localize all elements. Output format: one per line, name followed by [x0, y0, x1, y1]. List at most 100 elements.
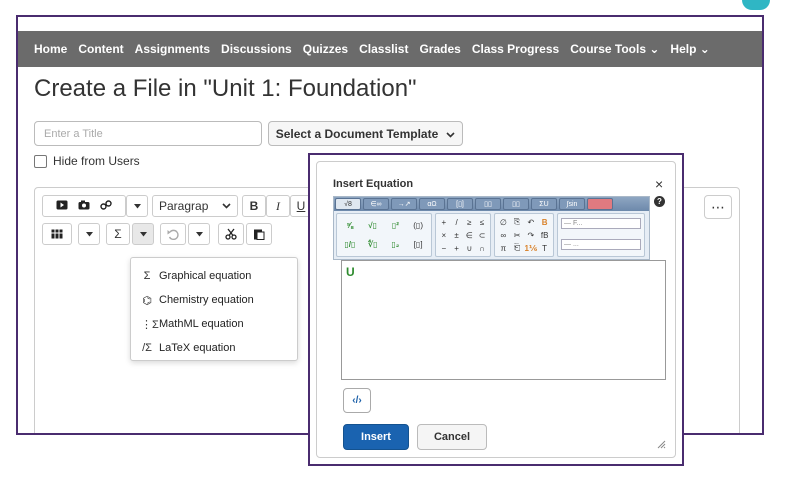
help-icon[interactable]: ? [654, 196, 665, 207]
union-icon[interactable]: ∪ [464, 242, 476, 254]
cut-button[interactable] [218, 223, 244, 245]
equation-toolbar: √8 ∈∞ →↗ αΩ [▯] ▯▯ ▯▯ ΣU ∫sin ⅝ √▯ ▯² (▯… [333, 196, 650, 260]
sigma-icon: Σ [143, 270, 151, 282]
nav-classlist[interactable]: Classlist [359, 42, 408, 56]
subscript-icon[interactable]: ▯₂ [385, 236, 407, 255]
resize-grip-icon[interactable] [657, 440, 666, 451]
undo-icon [167, 229, 179, 240]
nav-class-progress[interactable]: Class Progress [472, 42, 559, 56]
plus-small-icon[interactable]: + [451, 242, 463, 254]
equation-palette: ⅝ √▯ ▯² (▯) ▯/▯ ∜▯ ▯₂ [▯] + / ≥ ≤ × ± ∈ [336, 213, 647, 258]
table-dropdown-button[interactable] [78, 223, 100, 245]
nav-home[interactable]: Home [34, 42, 67, 56]
tab-greek[interactable]: αΩ [419, 198, 445, 210]
copy-icon[interactable]: ⎘ [511, 216, 524, 228]
insert-button[interactable]: Insert [343, 424, 409, 450]
tab-close-palette[interactable] [587, 198, 613, 210]
nav-grades[interactable]: Grades [419, 42, 460, 56]
close-icon[interactable]: × [655, 176, 663, 192]
divide-slash-icon[interactable]: / [451, 216, 463, 228]
table-button[interactable] [42, 223, 72, 245]
nav-help[interactable]: Help ⌄ [670, 42, 709, 56]
palette-group-font: — F... — ... [557, 213, 645, 257]
bevelled-fraction-icon[interactable]: ▯/▯ [339, 236, 361, 255]
tab-brackets[interactable]: ▯▯ [503, 198, 529, 210]
cut-icon[interactable]: ✂ [511, 229, 524, 241]
superscript-icon[interactable]: ▯² [385, 216, 407, 235]
tab-roots[interactable]: √8 [335, 198, 361, 210]
hide-from-users-label: Hide from Users [53, 154, 140, 168]
font-family-select[interactable]: — F... [561, 218, 641, 229]
nav-discussions[interactable]: Discussions [221, 42, 292, 56]
paste-icon[interactable]: ⎗ [511, 242, 524, 254]
text-mode-icon[interactable]: T [538, 242, 551, 254]
view-source-button[interactable]: ‹/› [343, 388, 371, 413]
chevron-down-icon [222, 203, 231, 209]
greater-equal-icon[interactable]: ≥ [464, 216, 476, 228]
nav-course-tools[interactable]: Course Tools ⌄ [570, 42, 659, 56]
equation-tab-row: √8 ∈∞ →↗ αΩ [▯] ▯▯ ▯▯ ΣU ∫sin [334, 197, 649, 211]
fraction-icon[interactable]: ⅝ [339, 216, 361, 235]
paragraph-format-select[interactable]: Paragrap [152, 195, 238, 217]
menu-item-chemistry-equation[interactable]: ⌬ Chemistry equation [131, 288, 297, 312]
plus-minus-icon[interactable]: ± [451, 229, 463, 241]
italic-format-icon[interactable]: fB [538, 229, 551, 241]
tab-scripts[interactable]: ▯▯ [475, 198, 501, 210]
nav-assignments[interactable]: Assignments [135, 42, 210, 56]
palette-group-templates: ⅝ √▯ ▯² (▯) ▯/▯ ∜▯ ▯₂ [▯] [336, 213, 432, 257]
caret-down-icon [139, 231, 147, 236]
redo-icon[interactable]: ↷ [525, 229, 538, 241]
times-icon[interactable]: × [438, 229, 450, 241]
pi-icon[interactable]: π [497, 242, 510, 254]
minus-icon[interactable]: − [438, 242, 450, 254]
font-size-select[interactable]: — ... [561, 239, 641, 250]
equation-editor-area[interactable]: U [341, 260, 666, 380]
infinity-icon[interactable]: ∞ [497, 229, 510, 241]
subset-icon[interactable]: ⊂ [476, 229, 488, 241]
caret-down-icon [195, 231, 203, 236]
menu-item-graphical-equation[interactable]: Σ Graphical equation [131, 264, 297, 288]
tab-functions[interactable]: ∫sin [559, 198, 585, 210]
undo-icon[interactable]: ↶ [525, 216, 538, 228]
parentheses-icon[interactable]: (▯) [407, 216, 429, 235]
menu-item-mathml-equation[interactable]: ⋮Σ MathML equation [131, 312, 297, 336]
less-equal-icon[interactable]: ≤ [476, 216, 488, 228]
plus-icon[interactable]: + [438, 216, 450, 228]
empty-set-icon[interactable]: ∅ [497, 216, 510, 228]
root-icon[interactable]: ∜▯ [362, 236, 384, 255]
media-dropdown-button[interactable] [126, 195, 148, 217]
select-template-button[interactable]: Select a Document Template [268, 121, 463, 146]
more-options-button[interactable]: ⋯ [704, 195, 732, 219]
element-of-icon[interactable]: ∈ [464, 229, 476, 241]
menu-item-latex-equation[interactable]: /Σ LaTeX equation [131, 336, 297, 360]
bold-format-icon[interactable]: B [538, 216, 551, 228]
equation-dropdown-button[interactable] [132, 223, 154, 245]
nav-content[interactable]: Content [78, 42, 123, 56]
font-size-icon[interactable]: 1⅙ [525, 242, 538, 254]
tab-sets[interactable]: ∈∞ [363, 198, 389, 210]
equation-button[interactable]: Σ [106, 223, 130, 245]
undo-dropdown-button[interactable] [188, 223, 210, 245]
insert-stuff-icon[interactable] [78, 199, 90, 213]
tab-arrows[interactable]: →↗ [391, 198, 417, 210]
equation-content: U [346, 265, 355, 279]
palette-group-symbols: + / ≥ ≤ × ± ∈ ⊂ − + ∪ ∩ [435, 213, 491, 257]
clipboard-icon [254, 229, 265, 240]
sqrt-icon[interactable]: √▯ [362, 216, 384, 235]
nav-quizzes[interactable]: Quizzes [303, 42, 348, 56]
brackets-icon[interactable]: [▯] [407, 236, 429, 255]
italic-button[interactable]: I [266, 195, 290, 217]
intersection-icon[interactable]: ∩ [476, 242, 488, 254]
scissors-icon [225, 228, 237, 240]
tab-operators[interactable]: ΣU [531, 198, 557, 210]
title-input[interactable] [34, 121, 262, 146]
dialog-title: Insert Equation [333, 178, 414, 190]
undo-button[interactable] [160, 223, 186, 245]
bold-button[interactable]: B [242, 195, 266, 217]
quicklink-icon[interactable] [100, 199, 112, 213]
cancel-button[interactable]: Cancel [417, 424, 487, 450]
video-icon[interactable] [56, 199, 68, 213]
tab-matrices[interactable]: [▯] [447, 198, 473, 210]
hide-from-users-checkbox[interactable] [34, 154, 47, 168]
paste-button[interactable] [246, 223, 272, 245]
